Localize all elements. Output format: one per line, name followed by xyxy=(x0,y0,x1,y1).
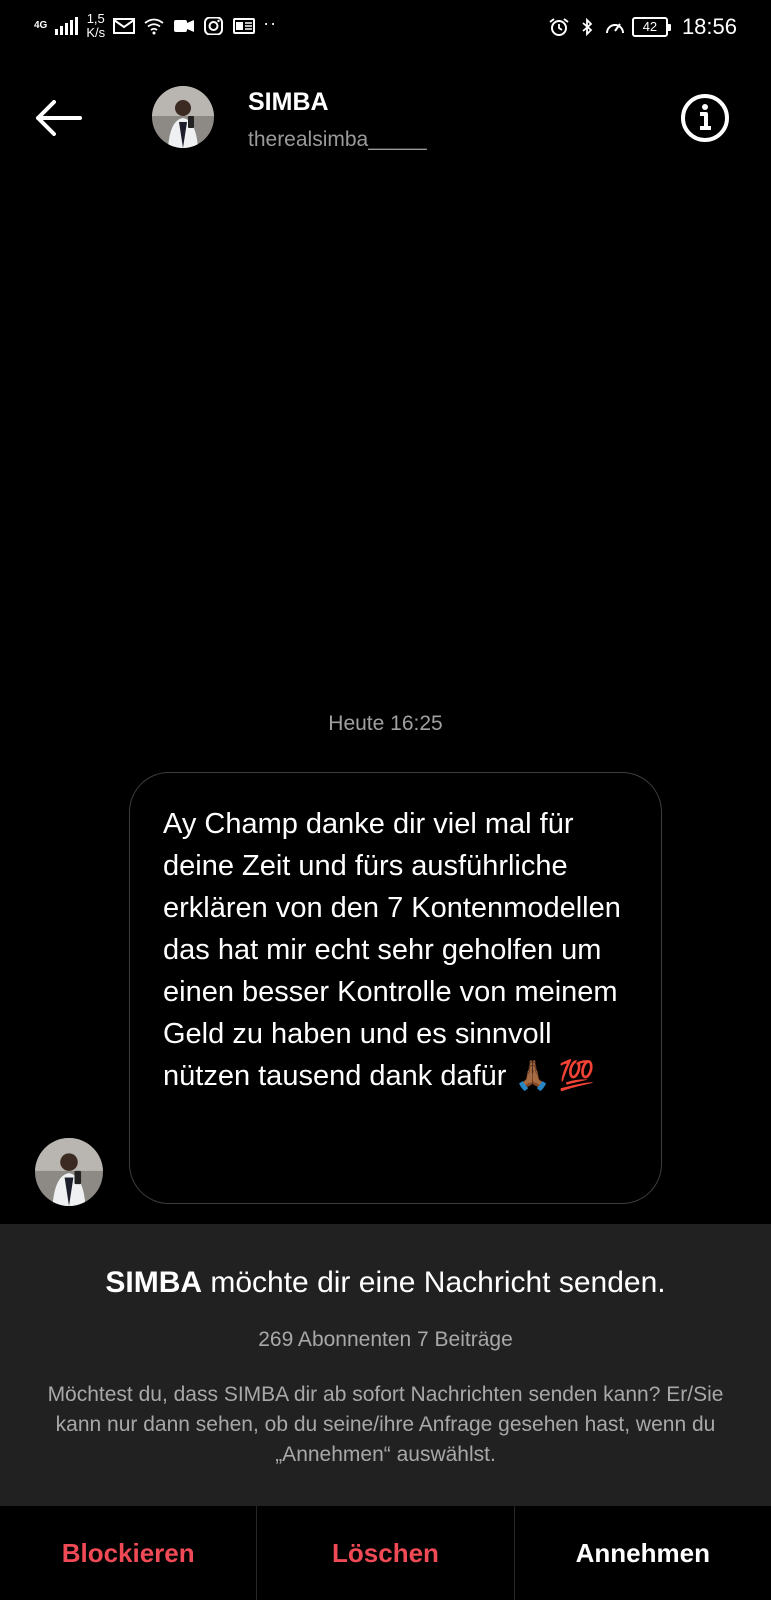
speedometer-icon xyxy=(604,18,626,36)
battery-indicator: 42 xyxy=(631,17,671,37)
contact-name[interactable]: SIMBA xyxy=(248,88,329,117)
request-title: SIMBA möchte dir eine Nachricht senden. xyxy=(0,1266,771,1300)
avatar[interactable] xyxy=(152,86,214,148)
accept-button[interactable]: Annehmen xyxy=(513,1506,771,1600)
request-stats: 269 Abonnenten 7 Beiträge xyxy=(258,1328,513,1351)
back-arrow-icon xyxy=(36,100,82,136)
back-button[interactable] xyxy=(28,88,88,148)
signal-icon xyxy=(55,17,79,35)
network-speed: 1,5 K/s xyxy=(86,12,105,40)
message-avatar[interactable] xyxy=(35,1138,103,1206)
mail-icon xyxy=(113,17,136,35)
info-button[interactable] xyxy=(679,92,731,144)
contact-handle[interactable]: therealsimba_____ xyxy=(248,128,427,152)
request-title-name: SIMBA xyxy=(105,1266,203,1299)
app-notification-icon xyxy=(173,17,195,35)
message-text: Ay Champ danke dir viel mal für deine Ze… xyxy=(163,808,621,1092)
bluetooth-icon xyxy=(576,18,598,36)
message-timestamp: Heute 16:25 xyxy=(328,712,443,735)
network-speed-unit: K/s xyxy=(86,25,106,40)
status-right: 42 18:56 xyxy=(548,14,737,40)
status-bar: 4G 1,5 K/s ·· 42 18:56 xyxy=(0,0,771,58)
status-left: 4G 1,5 K/s ·· xyxy=(34,12,277,40)
delete-button[interactable]: Löschen xyxy=(256,1506,513,1600)
request-description: Möchtest du, dass SIMBA dir ab sofort Na… xyxy=(47,1383,724,1466)
info-icon xyxy=(681,94,729,142)
block-button[interactable]: Blockieren xyxy=(0,1506,256,1600)
instagram-icon xyxy=(203,17,225,35)
outlook-icon xyxy=(233,17,256,35)
wifi-icon xyxy=(143,17,165,35)
message-bubble[interactable]: Ay Champ danke dir viel mal für deine Ze… xyxy=(129,772,662,1204)
network-type: 4G xyxy=(34,20,48,31)
clock: 18:56 xyxy=(681,14,737,39)
request-title-text: möchte dir eine Nachricht senden. xyxy=(202,1266,666,1299)
more-notifications-icon: ·· xyxy=(263,12,278,33)
request-actions: Blockieren Löschen Annehmen xyxy=(0,1506,771,1600)
message-request-panel: SIMBA möchte dir eine Nachricht senden. … xyxy=(0,1224,771,1506)
chat-header: SIMBA therealsimba_____ xyxy=(0,58,771,178)
alarm-icon xyxy=(548,18,570,36)
network-speed-value: 1,5 xyxy=(86,11,105,26)
